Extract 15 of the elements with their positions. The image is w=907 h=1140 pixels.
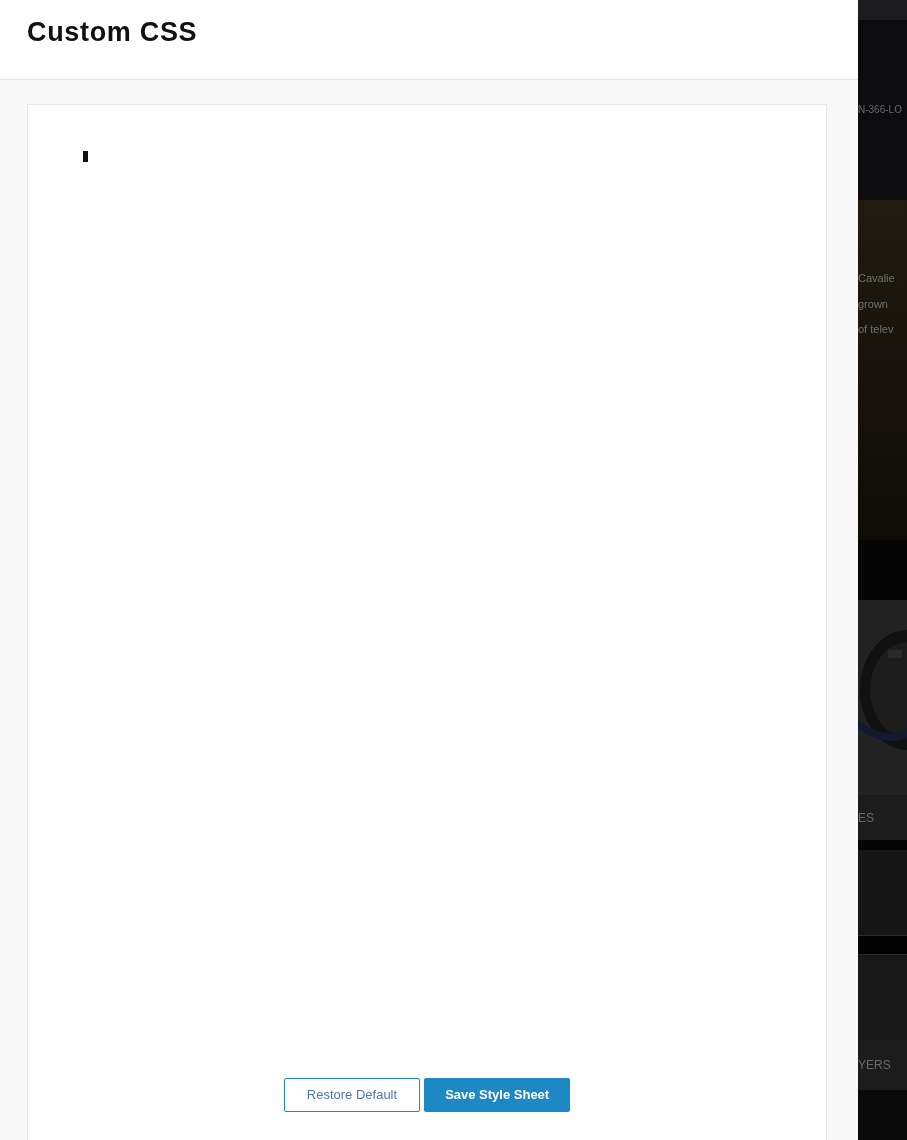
- save-button[interactable]: Save Style Sheet: [424, 1078, 571, 1112]
- hero-text: grown: [858, 296, 889, 312]
- nav-tab[interactable]: YERS: [858, 1056, 891, 1074]
- css-editor[interactable]: Restore Default Save Style Sheet: [27, 104, 827, 1140]
- hero-text: Cavalie: [858, 271, 896, 286]
- text-cursor: [83, 150, 88, 162]
- hero-text: of telev: [858, 322, 895, 337]
- nav-tab[interactable]: ES: [858, 808, 874, 827]
- top-bar: [858, 0, 907, 20]
- product-code: N-366-LO: [858, 103, 902, 117]
- divider-band: [858, 935, 907, 955]
- section-gap: [858, 840, 907, 850]
- restore-button[interactable]: Restore Default: [283, 1078, 421, 1112]
- panel-title: Custom CSS: [27, 16, 198, 49]
- section-gap: [858, 540, 907, 600]
